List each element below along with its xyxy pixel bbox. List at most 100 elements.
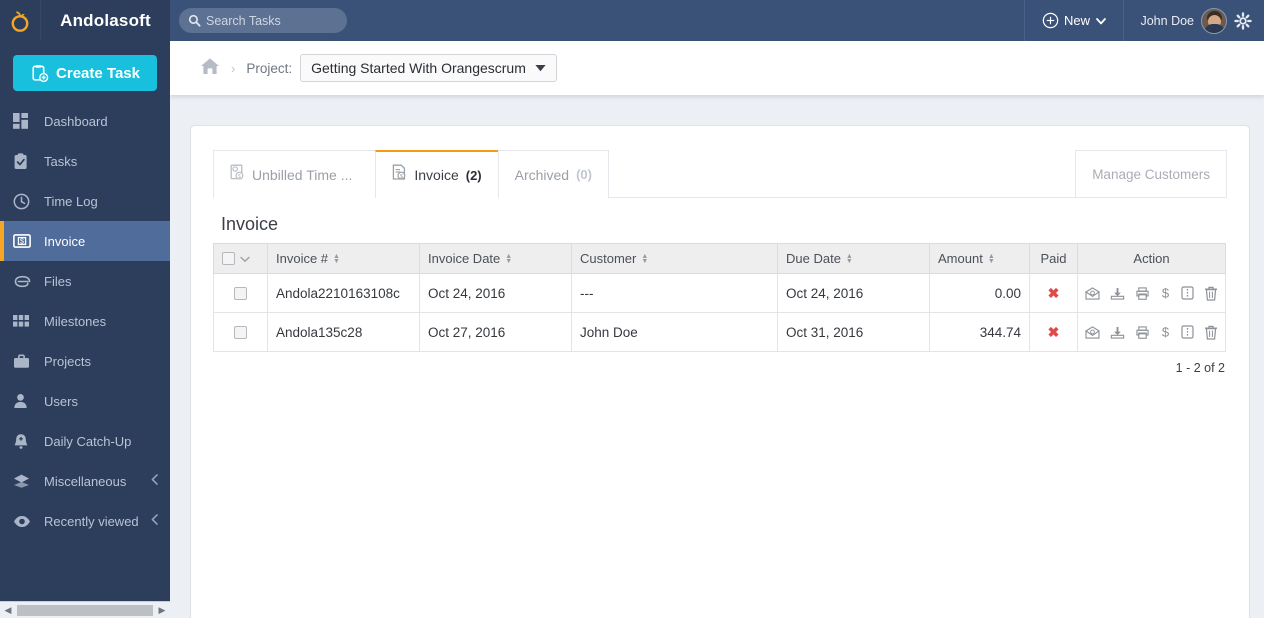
- column-header-due-date[interactable]: Due Date ▲ ▼: [777, 243, 930, 274]
- cell-paid: ✖: [1029, 312, 1078, 352]
- clock-icon: [13, 193, 35, 210]
- trash-icon[interactable]: [1204, 325, 1218, 340]
- archive-icon[interactable]: [1181, 286, 1194, 300]
- cell-invoice-date: Oct 27, 2016: [419, 312, 572, 352]
- create-task-label: Create Task: [56, 64, 140, 82]
- column-header-invoice-number[interactable]: Invoice # ▲ ▼: [267, 243, 420, 274]
- layers-icon: [13, 473, 35, 489]
- sidebar-item-label: Users: [44, 393, 78, 409]
- cell-amount: 0.00: [929, 273, 1030, 313]
- search-input[interactable]: Search Tasks: [179, 8, 347, 33]
- new-button-label: New: [1063, 13, 1090, 28]
- sidebar-item-users[interactable]: Users: [0, 381, 170, 421]
- sort-arrows-icon[interactable]: ▲ ▼: [505, 253, 512, 265]
- avatar[interactable]: [1201, 7, 1227, 34]
- email-icon[interactable]: [1085, 286, 1100, 300]
- sidebar-item-label: Invoice: [44, 233, 86, 249]
- column-header-customer[interactable]: Customer ▲ ▼: [571, 243, 778, 274]
- print-icon[interactable]: [1135, 325, 1150, 339]
- trash-icon[interactable]: [1204, 286, 1218, 301]
- sidebar-item-recently-viewed[interactable]: Recently viewed: [0, 501, 170, 541]
- cell-due-date: Oct 31, 2016: [777, 312, 930, 352]
- project-selector[interactable]: Getting Started With Orangescrum: [300, 54, 557, 82]
- sidebar-item-projects[interactable]: Projects: [0, 341, 170, 381]
- dollar-icon[interactable]: $: [1160, 325, 1171, 339]
- sidebar-item-daily-catch-up[interactable]: Daily Catch-Up: [0, 421, 170, 461]
- download-icon[interactable]: [1110, 287, 1125, 300]
- cell-invoice-number: Andola2210163108c: [267, 273, 420, 313]
- sidebar-item-label: Time Log: [44, 193, 98, 209]
- column-label: Invoice Date: [428, 251, 501, 266]
- tab-unbilled-time[interactable]: $ Unbilled Time ...: [213, 150, 377, 198]
- sidebar-item-milestones[interactable]: Milestones: [0, 301, 170, 341]
- create-task-button[interactable]: Create Task: [13, 55, 157, 91]
- invoice-table: Invoice # ▲ ▼ Invoice Date ▲ ▼ Customer ▲ ▼: [213, 243, 1226, 352]
- svg-text:$: $: [1162, 286, 1170, 300]
- paperclip-icon: [13, 275, 35, 288]
- briefcase-icon: [13, 354, 35, 369]
- row-checkbox[interactable]: [234, 326, 247, 340]
- table-header-row: Invoice # ▲ ▼ Invoice Date ▲ ▼ Customer ▲ ▼: [213, 243, 1226, 274]
- select-all-checkbox[interactable]: [222, 252, 235, 265]
- chevron-down-icon: [1096, 17, 1106, 24]
- cell-customer: ---: [571, 273, 778, 313]
- svg-text:$: $: [1162, 325, 1170, 339]
- user-icon: [13, 393, 35, 409]
- user-menu[interactable]: John Doe: [1124, 0, 1264, 41]
- new-button[interactable]: New: [1024, 0, 1125, 41]
- home-icon[interactable]: [200, 57, 220, 80]
- chevron-left-icon[interactable]: [151, 474, 159, 489]
- sidebar-item-invoice[interactable]: $ Invoice: [0, 221, 170, 261]
- sidebar-item-files[interactable]: Files: [0, 261, 170, 301]
- scroll-left-arrow-icon[interactable]: ◀: [0, 605, 16, 616]
- sort-arrows-icon[interactable]: ▲ ▼: [641, 253, 648, 265]
- tasks-icon: [13, 152, 35, 170]
- email-icon[interactable]: [1085, 325, 1100, 339]
- breadcrumb: › Project: Getting Started With Orangesc…: [170, 41, 1264, 95]
- column-label: Invoice #: [276, 251, 329, 266]
- scrollbar-thumb[interactable]: [17, 604, 153, 616]
- invoice-card: $ Unbilled Time ... $ Invoice (2) Archiv…: [190, 125, 1250, 618]
- dollar-icon[interactable]: $: [1160, 286, 1171, 300]
- chevron-down-icon[interactable]: [240, 251, 250, 266]
- column-header-invoice-date[interactable]: Invoice Date ▲ ▼: [419, 243, 572, 274]
- sidebar-item-label: Daily Catch-Up: [44, 433, 132, 449]
- tab-label: Unbilled Time ...: [252, 166, 353, 183]
- settings-button[interactable]: [1234, 11, 1252, 30]
- invoice-doc-icon: $: [392, 164, 407, 186]
- column-header-amount[interactable]: Amount ▲ ▼: [929, 243, 1030, 274]
- table-row[interactable]: Andola135c28 Oct 27, 2016 John Doe Oct 3…: [213, 312, 1226, 352]
- sidebar-item-miscellaneous[interactable]: Miscellaneous: [0, 461, 170, 501]
- archive-icon[interactable]: [1181, 325, 1194, 339]
- sidebar-item-label: Files: [44, 273, 72, 289]
- download-icon[interactable]: [1110, 326, 1125, 339]
- sidebar-horizontal-scrollbar[interactable]: ◀ ▶: [0, 601, 170, 618]
- sidebar-item-tasks[interactable]: Tasks: [0, 141, 170, 181]
- sidebar-item-dashboard[interactable]: Dashboard: [0, 101, 170, 141]
- sidebar-item-label: Tasks: [44, 153, 78, 169]
- sort-arrows-icon[interactable]: ▲ ▼: [988, 253, 995, 265]
- invoice-icon: $: [13, 234, 35, 248]
- sort-arrows-icon[interactable]: ▲ ▼: [846, 253, 853, 265]
- print-icon[interactable]: [1135, 286, 1150, 300]
- sort-arrows-icon[interactable]: ▲ ▼: [333, 253, 340, 265]
- row-checkbox[interactable]: [234, 287, 247, 301]
- search-icon: [188, 14, 201, 27]
- sidebar-item-label: Miscellaneous: [44, 473, 127, 489]
- brand-name: Andolasoft: [60, 10, 151, 30]
- manage-customers-button[interactable]: Manage Customers: [1075, 150, 1227, 198]
- chevron-left-icon[interactable]: [151, 514, 159, 529]
- tab-archived[interactable]: Archived (0): [497, 150, 609, 198]
- add-task-icon: [32, 64, 49, 82]
- cell-customer: John Doe: [571, 312, 778, 352]
- table-row[interactable]: Andola2210163108c Oct 24, 2016 --- Oct 2…: [213, 273, 1226, 313]
- svg-text:$: $: [20, 239, 24, 246]
- app-logo[interactable]: [0, 0, 41, 41]
- unpaid-x-icon: ✖: [1047, 323, 1060, 340]
- tab-spacer: [608, 150, 1076, 198]
- scroll-right-arrow-icon[interactable]: ▶: [154, 605, 170, 616]
- tab-invoice[interactable]: $ Invoice (2): [375, 150, 499, 198]
- sidebar-item-time-log[interactable]: Time Log: [0, 181, 170, 221]
- gear-icon: [1234, 11, 1252, 30]
